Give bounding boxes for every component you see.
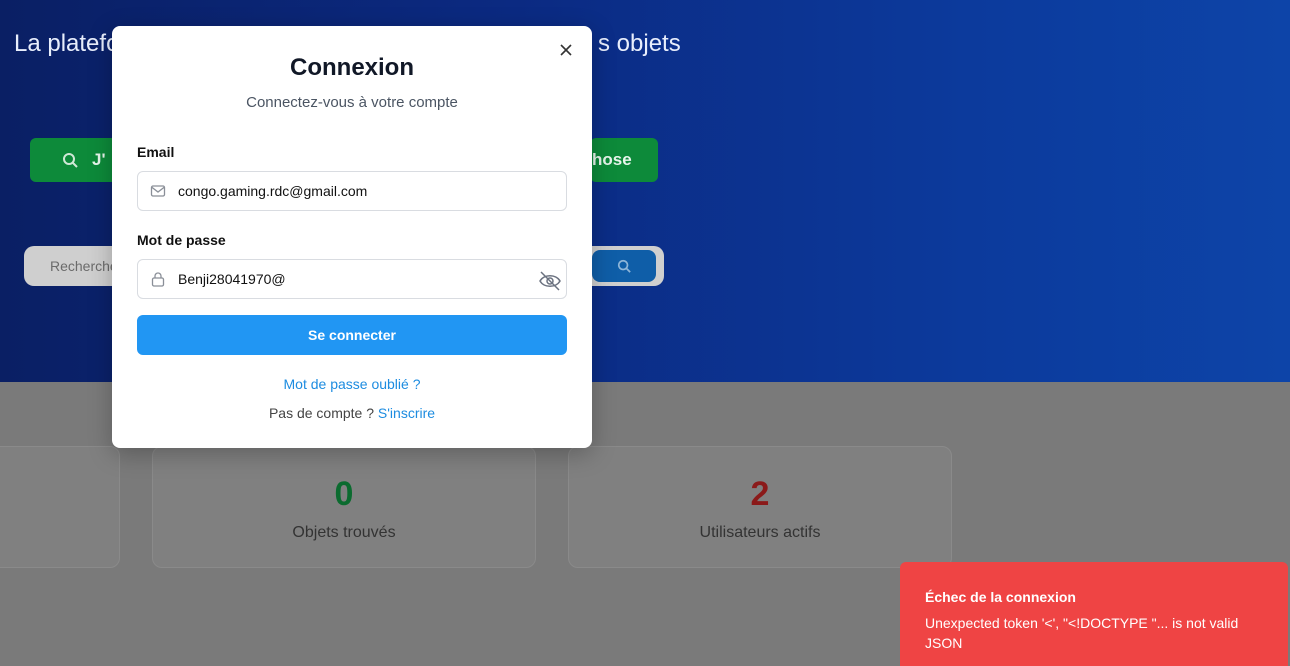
forgot-password-link[interactable]: Mot de passe oublié ?	[112, 376, 592, 392]
stat-card-found: 0 Objets trouvés	[152, 446, 536, 568]
password-field[interactable]: Benji28041970@	[137, 259, 567, 299]
password-label: Mot de passe	[137, 232, 226, 248]
search-icon	[63, 153, 78, 168]
search-button[interactable]	[592, 250, 656, 282]
login-modal: Connexion Connectez-vous à votre compte …	[112, 26, 592, 448]
toast-message: Unexpected token '<', "<!DOCTYPE "... is…	[925, 615, 1239, 651]
search-icon	[617, 259, 631, 273]
stat-label: Utilisateurs actifs	[699, 524, 821, 541]
error-toast[interactable]: Échec de la connexion Unexpected token '…	[900, 562, 1288, 666]
eye-off-icon[interactable]	[538, 270, 562, 292]
lost-item-label: J'	[92, 150, 106, 169]
email-value: congo.gaming.rdc@gmail.com	[178, 183, 368, 199]
modal-title: Connexion	[290, 54, 414, 81]
stat-label: Objets trouvés	[292, 524, 396, 541]
stat-card-partial	[0, 446, 120, 568]
found-item-label: hose	[592, 150, 632, 169]
signup-row: Pas de compte ? S'inscrire	[112, 405, 592, 421]
no-account-text: Pas de compte ?	[268, 405, 375, 421]
modal-subtitle: Connectez-vous à votre compte	[246, 94, 458, 111]
toast-title: Échec de la connexion	[925, 589, 1076, 605]
hero-subtitle-end: s objets	[598, 30, 681, 57]
search-placeholder: Recherche	[50, 258, 118, 274]
signup-link[interactable]: S'inscrire	[378, 405, 435, 421]
lock-icon	[151, 272, 165, 287]
login-button[interactable]: Se connecter	[137, 315, 567, 355]
email-label: Email	[137, 144, 175, 160]
stat-value: 2	[750, 475, 770, 513]
hero-subtitle: La platefo	[14, 30, 120, 57]
email-field[interactable]: congo.gaming.rdc@gmail.com	[137, 171, 567, 211]
stat-value: 0	[334, 475, 354, 513]
password-value: Benji28041970@	[178, 271, 286, 287]
stat-card-users: 2 Utilisateurs actifs	[568, 446, 952, 568]
mail-icon	[150, 185, 166, 197]
found-item-button[interactable]: hose	[590, 138, 658, 182]
